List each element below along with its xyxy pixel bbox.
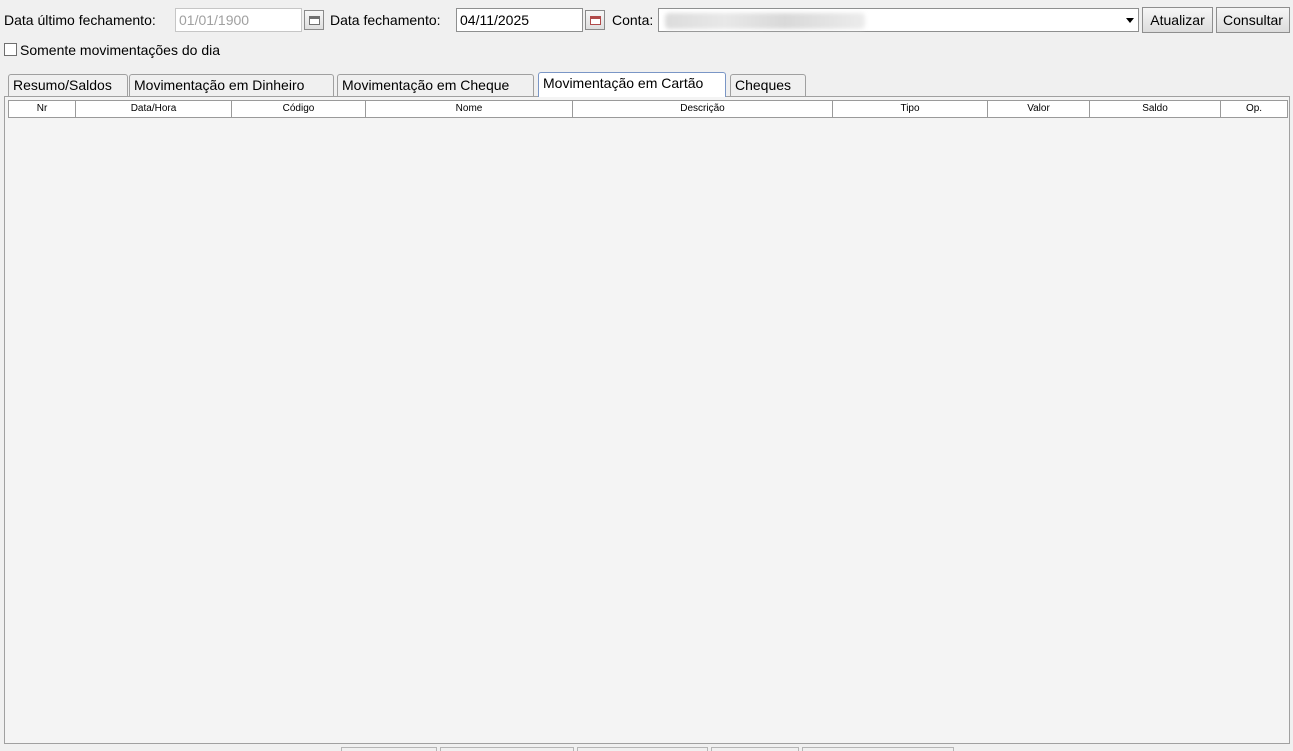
tab-cheques[interactable]: Cheques [730,74,806,96]
conta-value-redacted [665,13,865,29]
calendar-icon [589,15,601,25]
tab-movimentacao-cartao[interactable]: Movimentação em Cartão [538,72,726,97]
ultimo-fechamento-calendar-button [304,10,324,30]
grid-header: Nr Data/Hora Código Nome Descrição Tipo … [8,100,1288,118]
column-header-nome[interactable]: Nome [366,101,573,117]
tab-panel: Nr Data/Hora Código Nome Descrição Tipo … [4,96,1290,744]
bottom-button-1[interactable] [341,747,437,751]
tab-resumo-saldos[interactable]: Resumo/Saldos [8,74,128,96]
data-fechamento-calendar-button[interactable] [585,10,605,30]
grid-body[interactable] [8,119,1286,739]
calendar-icon [308,15,320,25]
atualizar-button[interactable]: Atualizar [1142,7,1213,33]
bottom-button-4[interactable] [711,747,799,751]
bottom-button-3[interactable] [577,747,708,751]
column-header-data-hora[interactable]: Data/Hora [76,101,232,117]
bottom-button-2[interactable] [440,747,574,751]
conta-select[interactable] [658,8,1139,32]
column-header-codigo[interactable]: Código [232,101,366,117]
bottom-button-5[interactable] [802,747,954,751]
column-header-op[interactable]: Op. [1221,101,1287,117]
bottom-button-strip [0,744,1293,751]
conta-label: Conta: [612,12,654,28]
column-header-saldo[interactable]: Saldo [1090,101,1221,117]
ultimo-fechamento-field: 01/01/1900 [175,8,302,32]
ultimo-fechamento-label: Data último fechamento: [4,12,156,28]
tab-movimentacao-cheque[interactable]: Movimentação em Cheque [337,74,534,96]
tab-movimentacao-dinheiro[interactable]: Movimentação em Dinheiro [129,74,334,96]
chevron-down-icon[interactable] [1126,18,1134,23]
column-header-nr[interactable]: Nr [9,101,76,117]
data-fechamento-label: Data fechamento: [330,12,441,28]
somente-label[interactable]: Somente movimentações do dia [20,41,220,59]
column-header-valor[interactable]: Valor [988,101,1090,117]
consultar-button[interactable]: Consultar [1216,7,1290,33]
somente-checkbox[interactable] [4,43,17,56]
column-header-tipo[interactable]: Tipo [833,101,988,117]
column-header-descricao[interactable]: Descrição [573,101,833,117]
data-fechamento-field[interactable]: 04/11/2025 [456,8,583,32]
